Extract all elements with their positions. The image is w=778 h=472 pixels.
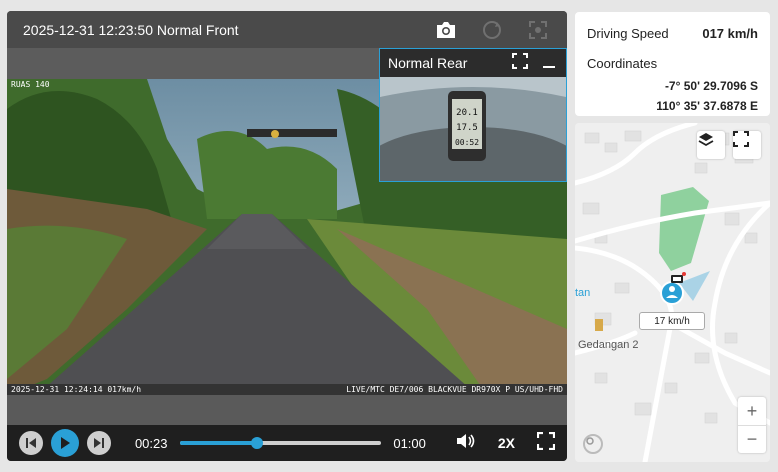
speed-label: Driving Speed xyxy=(587,26,669,41)
progress-handle[interactable] xyxy=(250,437,263,449)
video-player: 2025-12-31 12:23:50 Normal Front RUAS 14… xyxy=(7,11,567,461)
minimize-icon[interactable] xyxy=(542,53,556,74)
overlay-bottom-right: LIVE/MTC DE7/006 BLACKVUE DR970X P US/UH… xyxy=(346,385,563,394)
player-bottom-strip xyxy=(7,395,567,425)
driving-info-panel: Driving Speed 017 km/h Coordinates -7° 5… xyxy=(575,12,770,116)
player-title: 2025-12-31 12:23:50 Normal Front xyxy=(23,21,239,38)
map-fullscreen-button[interactable] xyxy=(733,131,761,159)
progress-track[interactable] xyxy=(179,437,382,449)
fullscreen-exit-icon[interactable] xyxy=(525,17,551,43)
player-header: 2025-12-31 12:23:50 Normal Front xyxy=(7,11,567,48)
current-time: 00:23 xyxy=(134,435,168,451)
zoom-out-button[interactable]: − xyxy=(738,425,766,453)
duration-time: 01:00 xyxy=(393,435,426,451)
speed-row: Driving Speed 017 km/h xyxy=(587,26,758,41)
map-partial-label: tan xyxy=(575,287,591,299)
overlay-top-text: RUAS 140 xyxy=(11,80,50,89)
gps-reading-3: 00:52 xyxy=(455,138,479,147)
player-controls: 00:23 01:00 2X xyxy=(7,425,567,461)
map-speed-label: 17 km/h xyxy=(639,312,705,330)
map-place-label: Gedangan 2 xyxy=(578,339,639,351)
rear-title: Normal Rear xyxy=(388,55,468,71)
prev-button[interactable] xyxy=(19,431,43,455)
rear-icons xyxy=(512,52,556,74)
app-root: 2025-12-31 12:23:50 Normal Front RUAS 14… xyxy=(0,0,778,472)
rear-camera-pip[interactable]: Normal Rear 20.1 17.5 00:52 xyxy=(379,48,567,182)
coordinates-label: Coordinates xyxy=(587,56,658,71)
next-button[interactable] xyxy=(86,431,111,455)
expand-icon[interactable] xyxy=(512,52,528,74)
zoom-controls: + − xyxy=(738,397,766,453)
longitude-value: 110° 35' 37.6878 E xyxy=(656,99,758,113)
rear-video: 20.1 17.5 00:52 xyxy=(380,77,566,181)
playback-speed-button[interactable]: 2X xyxy=(498,435,515,451)
volume-icon[interactable] xyxy=(456,432,476,455)
latitude-value: -7° 50' 29.7096 S xyxy=(664,79,758,93)
progress-fill xyxy=(179,441,257,445)
map-view[interactable]: 17 km/h tan Gedangan 2 + − xyxy=(575,123,770,462)
overlay-bottom-left: 2025-12-31 12:24:14 017km/h xyxy=(11,385,141,394)
compass-icon[interactable] xyxy=(583,434,603,454)
fullscreen-icon[interactable] xyxy=(536,431,556,455)
camera-icon[interactable] xyxy=(433,17,459,43)
play-button[interactable] xyxy=(50,429,79,457)
rear-header: Normal Rear xyxy=(380,49,566,77)
gps-reading-2: 17.5 xyxy=(456,123,478,133)
layers-button[interactable] xyxy=(697,131,725,159)
zoom-in-button[interactable]: + xyxy=(738,397,766,425)
gps-reading-1: 20.1 xyxy=(456,108,478,118)
speed-value: 017 km/h xyxy=(702,26,758,41)
player-header-icons xyxy=(433,17,567,43)
refresh-icon[interactable] xyxy=(479,17,505,43)
